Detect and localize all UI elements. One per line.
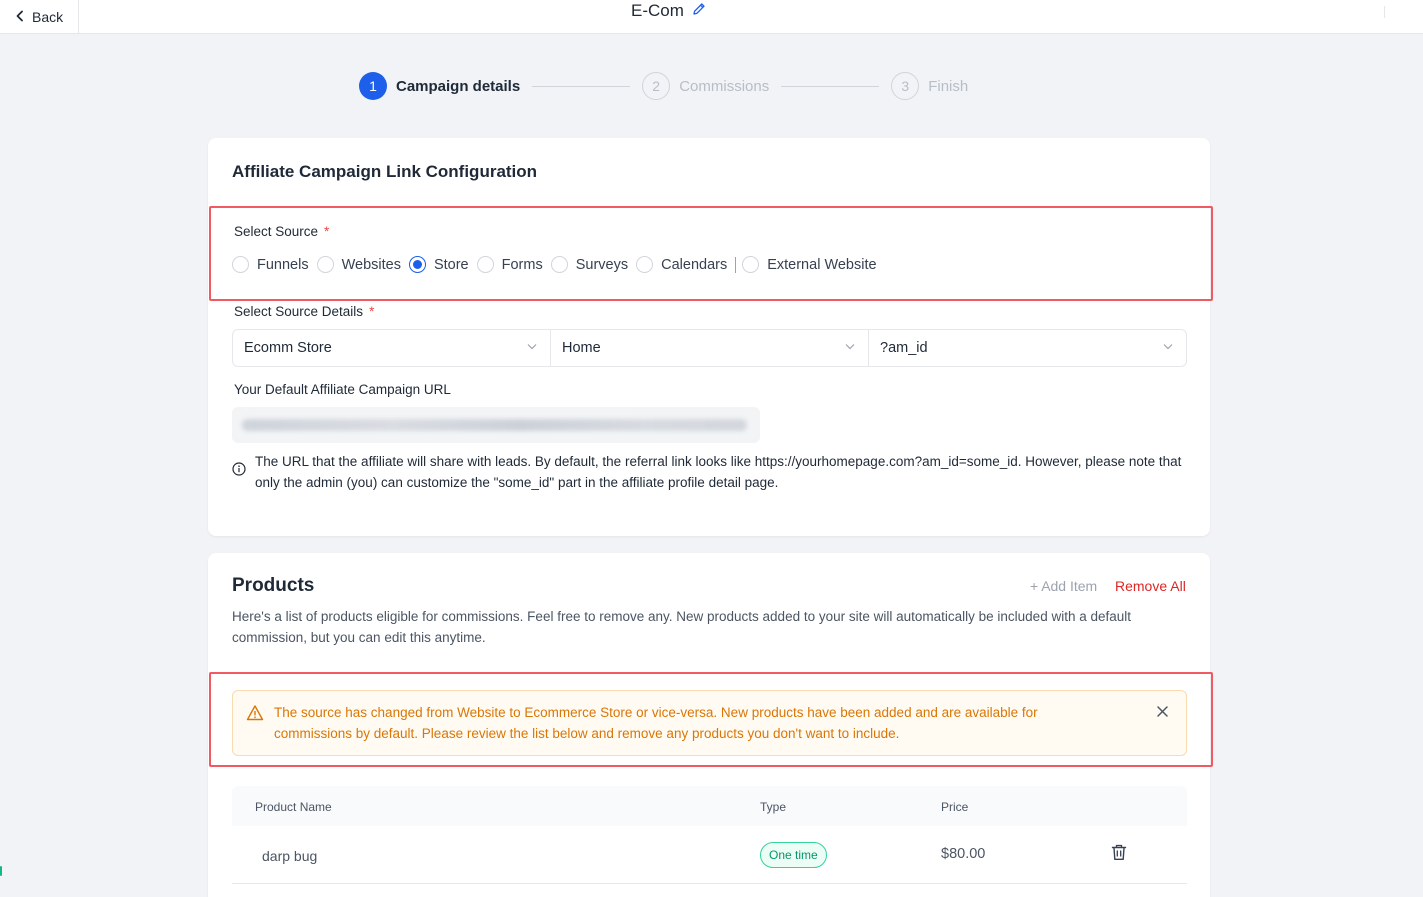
- page-title: E-Com: [631, 1, 684, 20]
- param-select[interactable]: ?am_id: [869, 330, 1186, 366]
- step-commissions[interactable]: 2 Commissions: [642, 72, 769, 100]
- plus-icon: +: [1030, 578, 1039, 594]
- table-row: darp bug One time $80.00: [232, 826, 1187, 884]
- column-header-type: Type: [760, 800, 787, 814]
- chevron-down-icon: [844, 340, 856, 356]
- page-select[interactable]: Home: [551, 330, 869, 366]
- source-details-selects: Ecomm Store Home ?am_id: [232, 329, 1187, 367]
- stepper: 1 Campaign details 2 Commissions 3 Finis…: [359, 72, 968, 100]
- source-highlight-box: [209, 206, 1213, 301]
- side-indicator: [0, 866, 2, 876]
- chevron-down-icon: [526, 340, 538, 356]
- step-connector: [532, 85, 631, 87]
- back-button[interactable]: Back: [0, 0, 79, 34]
- step-connector: [781, 85, 880, 87]
- products-title: Products: [232, 575, 315, 596]
- chevron-left-icon: [14, 9, 26, 25]
- required-mark: *: [369, 304, 375, 319]
- step-number: 1: [359, 72, 387, 100]
- campaign-url-label: Your Default Affiliate Campaign URL: [234, 382, 451, 397]
- url-info-text: The URL that the affiliate will share wi…: [255, 454, 1182, 490]
- step-number: 2: [642, 72, 671, 100]
- step-label: Finish: [928, 77, 969, 95]
- type-badge: One time: [760, 842, 827, 868]
- trash-icon[interactable]: [1111, 844, 1127, 864]
- pencil-icon[interactable]: [692, 2, 706, 21]
- remove-all-button[interactable]: Remove All: [1115, 578, 1186, 594]
- chevron-down-icon: [1162, 340, 1174, 356]
- products-table: Product Name Type Price darp bug One tim…: [232, 786, 1187, 884]
- product-name: darp bug: [262, 848, 318, 864]
- add-item-button[interactable]: + Add Item: [1030, 578, 1097, 594]
- info-icon: [232, 462, 246, 481]
- step-label: Campaign details: [396, 77, 521, 95]
- store-select[interactable]: Ecomm Store: [233, 330, 551, 366]
- step-label: Commissions: [679, 77, 770, 95]
- campaign-url-field[interactable]: [232, 407, 760, 443]
- blurred-url: [242, 419, 747, 431]
- source-details-label: Select Source Details *: [234, 304, 375, 319]
- card-title: Affiliate Campaign Link Configuration: [232, 162, 538, 181]
- step-number: 3: [891, 72, 920, 100]
- products-description: Here's a list of products eligible for c…: [232, 609, 1132, 645]
- step-campaign-details[interactable]: 1 Campaign details: [359, 72, 520, 100]
- product-price: $80.00: [941, 846, 986, 862]
- step-finish[interactable]: 3 Finish: [891, 72, 968, 100]
- column-header-price: Price: [941, 800, 969, 814]
- back-label: Back: [32, 9, 64, 25]
- top-bar: Back E-Com: [0, 0, 1423, 34]
- column-header-product-name: Product Name: [255, 800, 332, 814]
- table-header: Product Name Type Price: [232, 786, 1187, 826]
- alert-highlight-box: [209, 672, 1213, 767]
- topbar-divider: [1384, 6, 1385, 18]
